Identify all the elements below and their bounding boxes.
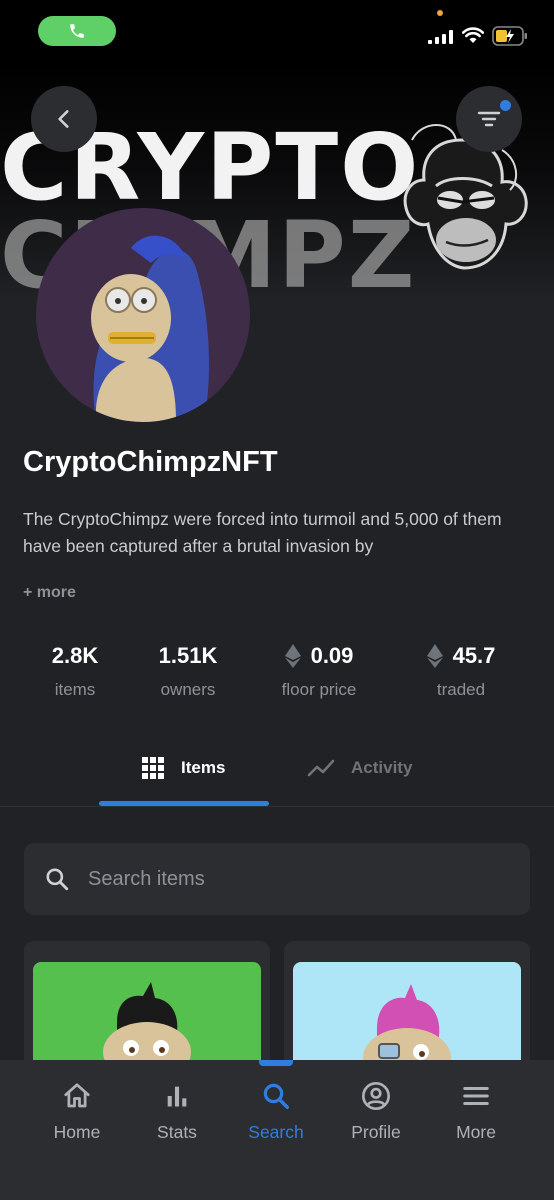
battery-icon — [492, 26, 527, 46]
stat-owners: 1.51K owners — [128, 640, 248, 700]
stat-traded-label: traded — [436, 680, 486, 699]
stat-items: 2.8K items — [15, 640, 135, 700]
nav-stats[interactable]: Stats — [127, 1078, 227, 1143]
signal-icon — [428, 30, 453, 44]
chevron-left-icon — [58, 110, 69, 128]
phone-icon — [70, 24, 84, 38]
tab-items[interactable]: Items — [141, 750, 225, 786]
nav-home[interactable]: Home — [27, 1078, 127, 1143]
stat-floor-price-value: 0.09 — [310, 643, 354, 668]
stat-items-value: 2.8K — [51, 643, 99, 668]
nav-more-label: More — [456, 1122, 496, 1142]
nav-search[interactable]: Search — [226, 1078, 326, 1143]
filter-active-dot — [500, 100, 511, 111]
privacy-indicator — [437, 10, 443, 16]
tab-items-label: Items — [181, 758, 226, 777]
bottom-navigation: Home Stats Search Profile More — [0, 1060, 554, 1200]
stat-floor-price: 0.09 floor price — [259, 640, 379, 700]
nav-profile-label: Profile — [351, 1122, 401, 1142]
stat-traded: 45.7 traded — [401, 640, 521, 700]
filter-icon — [477, 111, 501, 127]
nav-home-label: Home — [53, 1122, 101, 1142]
profile-icon — [362, 1082, 390, 1110]
collection-name: CryptoChimpzNFT — [23, 446, 278, 478]
filter-button[interactable] — [456, 86, 522, 152]
grid-icon — [142, 757, 164, 779]
back-button[interactable] — [31, 86, 97, 152]
collection-avatar — [36, 208, 250, 422]
tab-activity[interactable]: Activity — [307, 750, 412, 786]
chimp-avatar-image — [91, 235, 210, 422]
stat-items-label: items — [54, 680, 96, 699]
tab-divider — [0, 806, 554, 807]
bar-chart-icon — [167, 1086, 187, 1107]
stat-owners-label: owners — [160, 680, 216, 699]
stat-traded-value: 45.7 — [452, 643, 496, 668]
status-bar — [0, 0, 554, 60]
eth-icon — [284, 644, 301, 668]
search-field[interactable] — [24, 843, 530, 915]
trend-line-icon — [307, 759, 335, 777]
nav-more[interactable]: More — [426, 1078, 526, 1143]
wifi-icon — [462, 27, 484, 43]
menu-icon — [463, 1087, 489, 1105]
nav-profile[interactable]: Profile — [326, 1078, 426, 1143]
search-icon — [263, 1083, 289, 1109]
search-input[interactable] — [88, 867, 488, 891]
search-icon — [46, 868, 69, 891]
active-nav-indicator — [259, 1060, 293, 1066]
home-icon — [64, 1083, 90, 1108]
active-call-pill[interactable] — [38, 16, 116, 46]
nav-stats-label: Stats — [157, 1122, 197, 1142]
banner-chimp-logo — [403, 124, 528, 270]
stat-floor-price-label: floor price — [281, 680, 357, 699]
tab-activity-label: Activity — [351, 758, 413, 777]
more-button[interactable]: + more — [23, 584, 76, 602]
nav-search-label: Search — [248, 1122, 304, 1142]
eth-icon — [426, 644, 443, 668]
stat-owners-value: 1.51K — [158, 643, 218, 668]
description-fade — [23, 556, 533, 574]
